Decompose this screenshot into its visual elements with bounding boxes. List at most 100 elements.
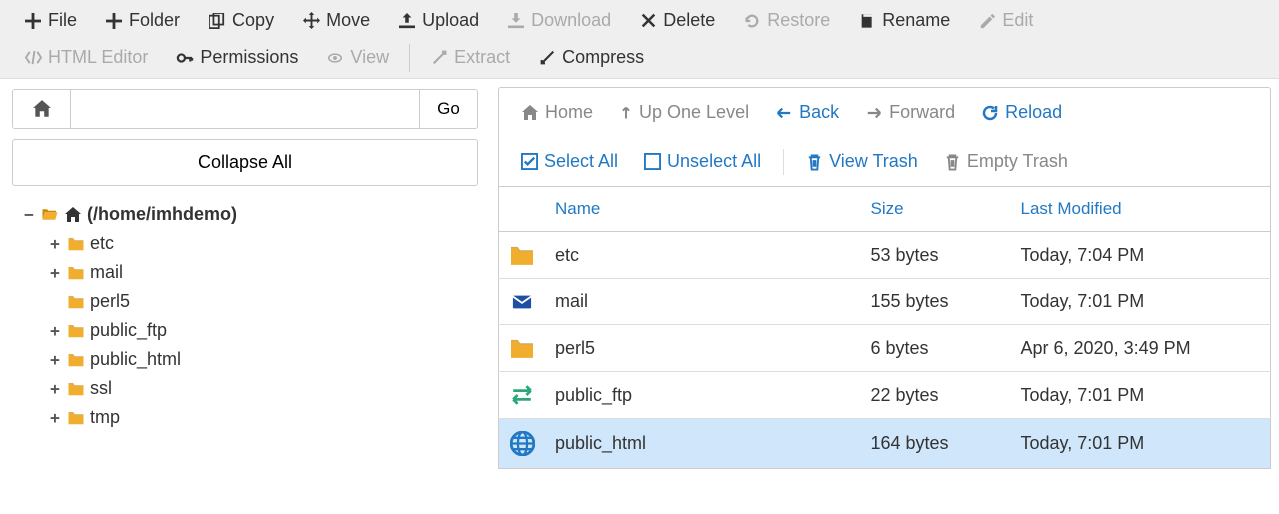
tree-toggle-icon[interactable]: + <box>48 379 62 398</box>
tree-node-label: perl5 <box>90 291 130 312</box>
tree-toggle-icon[interactable]: + <box>48 321 62 340</box>
delete-icon <box>639 12 657 30</box>
folder-button[interactable]: Folder <box>91 2 194 39</box>
table-header-row: Name Size Last Modified <box>499 187 1271 232</box>
select-all-button[interactable]: Select All <box>511 145 628 178</box>
html-icon <box>24 49 42 67</box>
extract-icon <box>430 49 448 67</box>
tree-node[interactable]: + etc <box>48 229 478 258</box>
row-size: 164 bytes <box>861 419 1011 469</box>
mail-icon <box>509 292 535 312</box>
path-input[interactable] <box>71 90 419 128</box>
plus-icon <box>24 12 42 30</box>
tree-toggle-icon[interactable]: + <box>48 350 62 369</box>
rename-button[interactable]: Rename <box>844 2 964 39</box>
path-bar: Go <box>12 89 478 129</box>
header-size[interactable]: Size <box>861 187 1011 232</box>
empty-trash-button[interactable]: Empty Trash <box>934 145 1078 178</box>
tree-node[interactable]: +mail <box>48 258 478 287</box>
unselect-all-button[interactable]: Unselect All <box>634 145 771 178</box>
extract-button[interactable]: Extract <box>416 39 524 76</box>
left-panel: Go Collapse All − (/home/imhdemo) + etc +m… <box>0 79 490 477</box>
directory-tree: − (/home/imhdemo) + etc +mail perl5 +public… <box>12 200 478 432</box>
go-button[interactable]: Go <box>419 90 477 128</box>
table-row[interactable]: perl56 bytesApr 6, 2020, 3:49 PM <box>499 325 1271 372</box>
row-modified: Today, 7:01 PM <box>1011 279 1271 325</box>
download-icon <box>507 12 525 30</box>
tree-root[interactable]: − (/home/imhdemo) <box>22 200 478 229</box>
row-modified: Today, 7:04 PM <box>1011 232 1271 279</box>
file-button[interactable]: File <box>10 2 91 39</box>
tree-toggle-icon[interactable] <box>48 292 62 311</box>
header-name[interactable]: Name <box>545 187 861 232</box>
compress-button[interactable]: Compress <box>524 39 658 76</box>
path-home-button[interactable] <box>13 90 71 128</box>
collapse-all-button[interactable]: Collapse All <box>12 139 478 186</box>
header-icon[interactable] <box>499 187 546 232</box>
table-row[interactable]: public_html164 bytesToday, 7:01 PM <box>499 419 1271 469</box>
html-editor-button[interactable]: HTML Editor <box>10 39 162 76</box>
table-row[interactable]: public_ftp22 bytesToday, 7:01 PM <box>499 372 1271 419</box>
ftp-icon <box>510 384 534 406</box>
folder-icon <box>67 381 85 396</box>
permissions-label: Permissions <box>200 47 298 68</box>
upload-button[interactable]: Upload <box>384 2 493 39</box>
tree-node[interactable]: + tmp <box>48 403 478 432</box>
tree-root-label: (/home/imhdemo) <box>87 204 237 225</box>
permissions-button[interactable]: Permissions <box>162 39 312 76</box>
html-editor-label: HTML Editor <box>48 47 148 68</box>
row-icon-cell <box>499 232 546 279</box>
folder-icon <box>509 337 535 359</box>
nav-forward-label: Forward <box>889 102 955 123</box>
row-size: 155 bytes <box>861 279 1011 325</box>
edit-button[interactable]: Edit <box>964 2 1047 39</box>
upload-icon <box>398 12 416 30</box>
folder-icon <box>67 294 85 309</box>
row-name: etc <box>545 232 861 279</box>
tree-node-label: etc <box>90 233 114 254</box>
nav-reload-label: Reload <box>1005 102 1062 123</box>
upload-label: Upload <box>422 10 479 31</box>
restore-icon <box>743 12 761 30</box>
nav-forward-button[interactable]: Forward <box>855 96 965 129</box>
restore-button[interactable]: Restore <box>729 2 844 39</box>
view-trash-button[interactable]: View Trash <box>796 145 928 178</box>
tree-node[interactable]: perl5 <box>48 287 478 316</box>
tree-toggle-icon[interactable]: + <box>48 263 62 282</box>
tree-node[interactable]: +public_ftp <box>48 316 478 345</box>
move-label: Move <box>326 10 370 31</box>
nav-home-button[interactable]: Home <box>511 96 603 129</box>
file-table: Name Size Last Modified etc53 bytesToday… <box>498 187 1271 469</box>
header-modified[interactable]: Last Modified <box>1011 187 1271 232</box>
unselect-all-label: Unselect All <box>667 151 761 172</box>
tree-node-label: tmp <box>90 407 120 428</box>
tree-toggle-icon[interactable]: − <box>22 205 36 224</box>
delete-button[interactable]: Delete <box>625 2 729 39</box>
tree-toggle-icon[interactable]: + <box>48 234 62 253</box>
folder-icon <box>67 265 85 280</box>
view-label: View <box>350 47 389 68</box>
tree-toggle-icon[interactable]: + <box>48 408 62 427</box>
right-panel: Home Up One Level Back Forward Reload Se… <box>490 79 1279 477</box>
move-button[interactable]: Move <box>288 2 384 39</box>
nav-up-button[interactable]: Up One Level <box>609 96 759 129</box>
row-icon-cell <box>499 372 546 419</box>
download-button[interactable]: Download <box>493 2 625 39</box>
nav-up-label: Up One Level <box>639 102 749 123</box>
copy-button[interactable]: Copy <box>194 2 288 39</box>
move-icon <box>302 12 320 30</box>
empty-trash-label: Empty Trash <box>967 151 1068 172</box>
row-modified: Today, 7:01 PM <box>1011 419 1271 469</box>
tree-node[interactable]: +ssl <box>48 374 478 403</box>
tree-node[interactable]: +public_html <box>48 345 478 374</box>
table-row[interactable]: mail155 bytesToday, 7:01 PM <box>499 279 1271 325</box>
nav-reload-button[interactable]: Reload <box>971 96 1072 129</box>
rename-label: Rename <box>882 10 950 31</box>
nav-back-button[interactable]: Back <box>765 96 849 129</box>
compress-label: Compress <box>562 47 644 68</box>
row-name: public_ftp <box>545 372 861 419</box>
table-row[interactable]: etc53 bytesToday, 7:04 PM <box>499 232 1271 279</box>
view-button[interactable]: View <box>312 39 403 76</box>
row-icon-cell <box>499 279 546 325</box>
folder-label: Folder <box>129 10 180 31</box>
